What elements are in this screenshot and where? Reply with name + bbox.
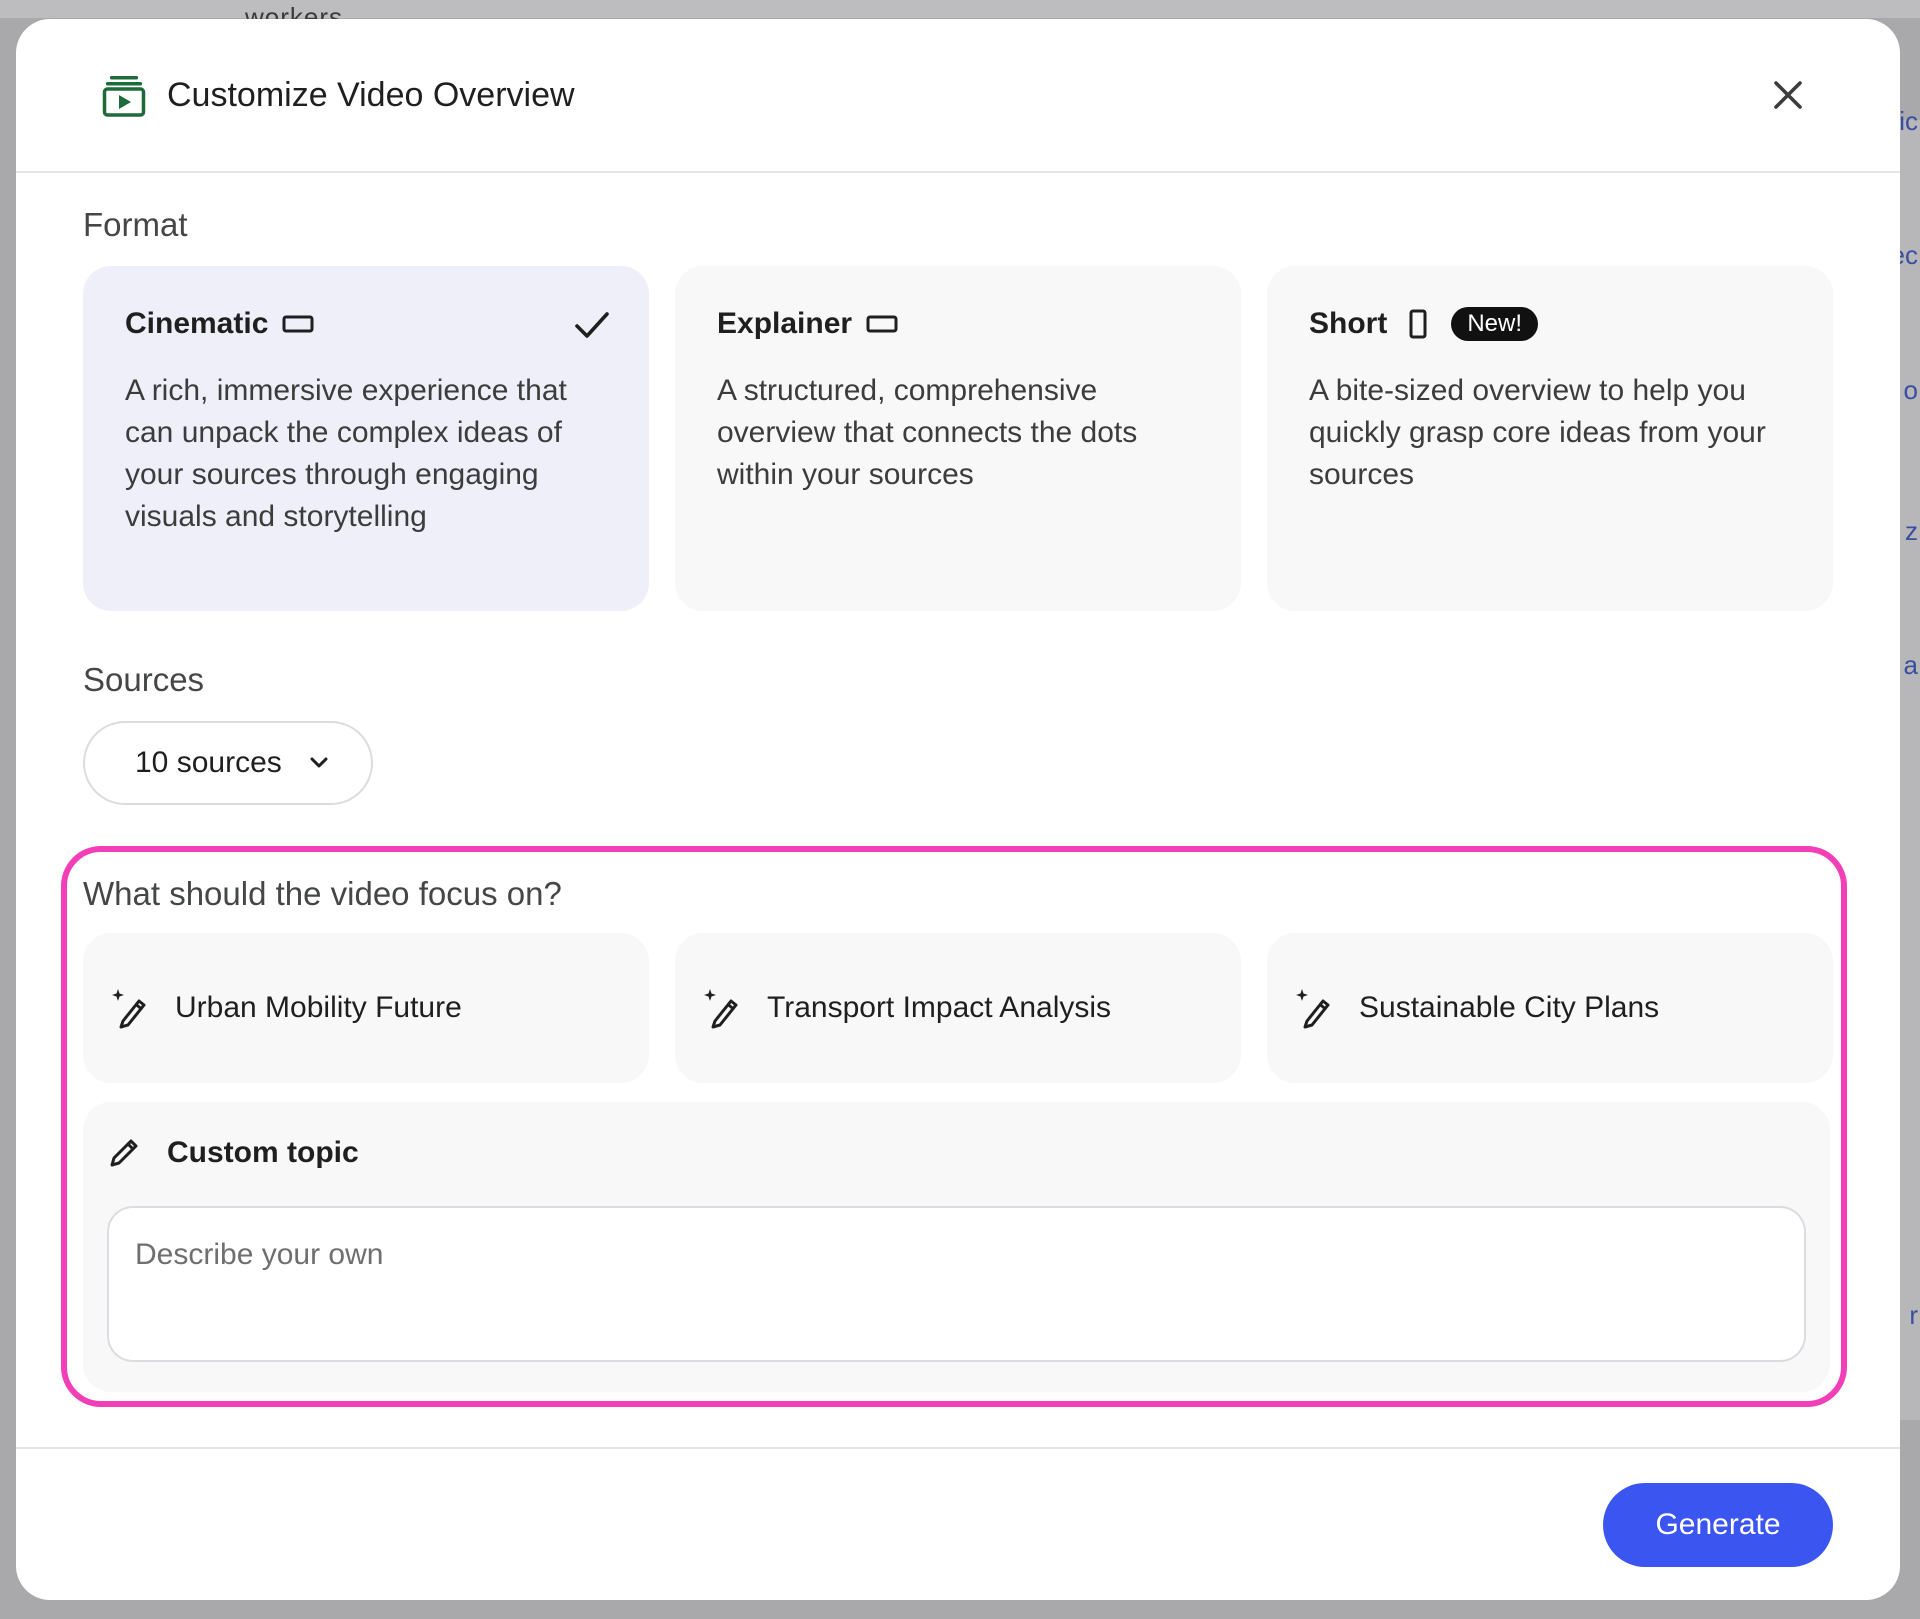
focus-label: What should the video focus on?	[83, 875, 562, 912]
focus-suggestion-label: Urban Mobility Future	[175, 991, 462, 1024]
format-option-description: A bite-sized overview to help you quickl…	[1309, 374, 1766, 491]
format-option-description: A rich, immersive experience that can un…	[125, 374, 567, 533]
format-label: Format	[83, 206, 188, 243]
background-char: o	[1903, 375, 1918, 405]
focus-suggestion-label: Sustainable City Plans	[1359, 991, 1660, 1024]
format-option-name: Short	[1309, 307, 1388, 340]
sources-dropdown[interactable]: 10 sources	[83, 721, 373, 805]
pencil-icon	[110, 1139, 138, 1167]
generate-button[interactable]: Generate	[1603, 1483, 1833, 1567]
background-char: r	[1909, 1300, 1918, 1330]
format-option-name: Cinematic	[125, 307, 269, 340]
format-option-name: Explainer	[717, 307, 853, 340]
customize-video-dialog: Customize Video Overview Format Cinemati…	[16, 19, 1900, 1600]
format-option-description: A structured, comprehensive overview tha…	[717, 374, 1138, 491]
focus-suggestion-label: Transport Impact Analysis	[767, 991, 1112, 1024]
format-option-short[interactable]: Short New! A bite-sized overview to help…	[1267, 266, 1833, 611]
chevron-down-icon	[310, 757, 328, 768]
magic-wand-icon	[1296, 989, 1330, 1029]
sources-selected-value: 10 sources	[135, 746, 282, 779]
checkmark-icon	[575, 312, 609, 338]
custom-topic-input[interactable]	[107, 1206, 1806, 1362]
footer-divider	[16, 1447, 1900, 1449]
focus-suggestion-urban-mobility[interactable]: Urban Mobility Future	[83, 933, 649, 1083]
close-icon[interactable]	[1768, 75, 1808, 115]
sources-label: Sources	[83, 661, 205, 698]
custom-topic-header: Custom topic	[107, 1136, 359, 1170]
new-badge: New!	[1451, 307, 1539, 341]
portrait-icon	[1409, 309, 1427, 339]
format-option-cinematic[interactable]: Cinematic A rich, immersive experience t…	[83, 266, 649, 611]
dialog-header: Customize Video Overview	[16, 19, 1900, 173]
dialog-title: Customize Video Overview	[167, 76, 575, 114]
format-option-explainer[interactable]: Explainer A structured, comprehensive ov…	[675, 266, 1241, 611]
landscape-icon	[866, 313, 898, 335]
magic-wand-icon	[112, 989, 146, 1029]
custom-topic-panel: Custom topic	[83, 1102, 1830, 1392]
background-char: z	[1905, 516, 1918, 546]
landscape-icon	[282, 313, 314, 335]
background-app-bar: workers	[0, 0, 1920, 32]
custom-topic-label: Custom topic	[167, 1136, 359, 1169]
background-char: a	[1903, 650, 1918, 680]
video-overview-icon	[102, 76, 146, 117]
magic-wand-icon	[704, 989, 738, 1029]
focus-suggestion-sustainable-city[interactable]: Sustainable City Plans	[1267, 933, 1833, 1083]
focus-suggestion-transport-impact[interactable]: Transport Impact Analysis	[675, 933, 1241, 1083]
